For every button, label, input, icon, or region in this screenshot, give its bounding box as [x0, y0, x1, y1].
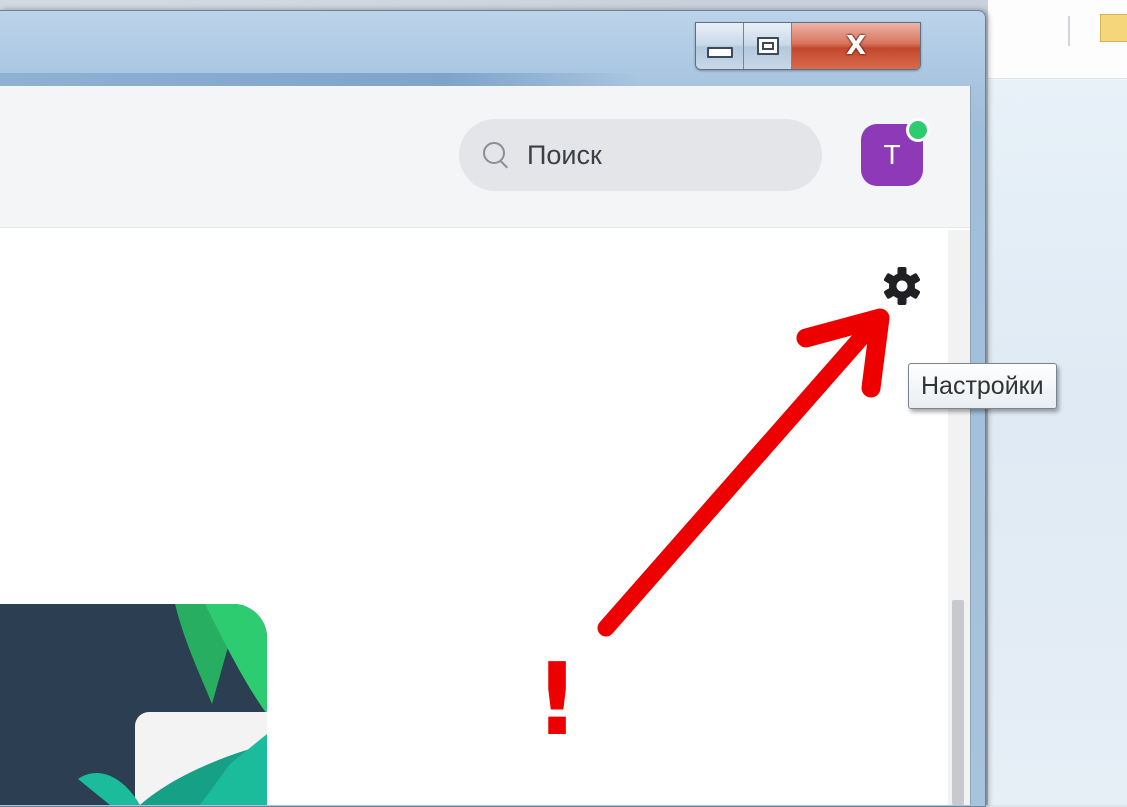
tooltip-text: Настройки — [921, 371, 1044, 400]
gear-icon — [884, 267, 920, 305]
folder-icon[interactable] — [1100, 14, 1127, 42]
close-button[interactable]: X — [792, 23, 920, 69]
window-controls: X — [695, 22, 921, 70]
search-input[interactable]: Поиск — [459, 119, 822, 191]
app-header: Поиск T — [0, 86, 970, 228]
maximize-icon — [756, 37, 779, 55]
illustration-graphic — [0, 604, 267, 805]
welcome-illustration — [0, 604, 267, 805]
maximize-button[interactable] — [744, 23, 792, 69]
toolbar-separator — [1068, 16, 1070, 46]
settings-button[interactable] — [880, 264, 924, 308]
minimize-button[interactable] — [696, 23, 744, 69]
presence-indicator — [906, 118, 930, 142]
minimize-icon — [706, 46, 733, 58]
settings-tooltip: Настройки — [908, 363, 1057, 409]
scrollbar-thumb[interactable] — [952, 600, 964, 805]
search-icon — [481, 140, 511, 170]
search-placeholder: Поиск — [527, 139, 602, 170]
close-icon: X — [845, 31, 867, 61]
annotation-exclamation: ! — [534, 641, 580, 758]
avatar-initial: T — [883, 139, 901, 170]
